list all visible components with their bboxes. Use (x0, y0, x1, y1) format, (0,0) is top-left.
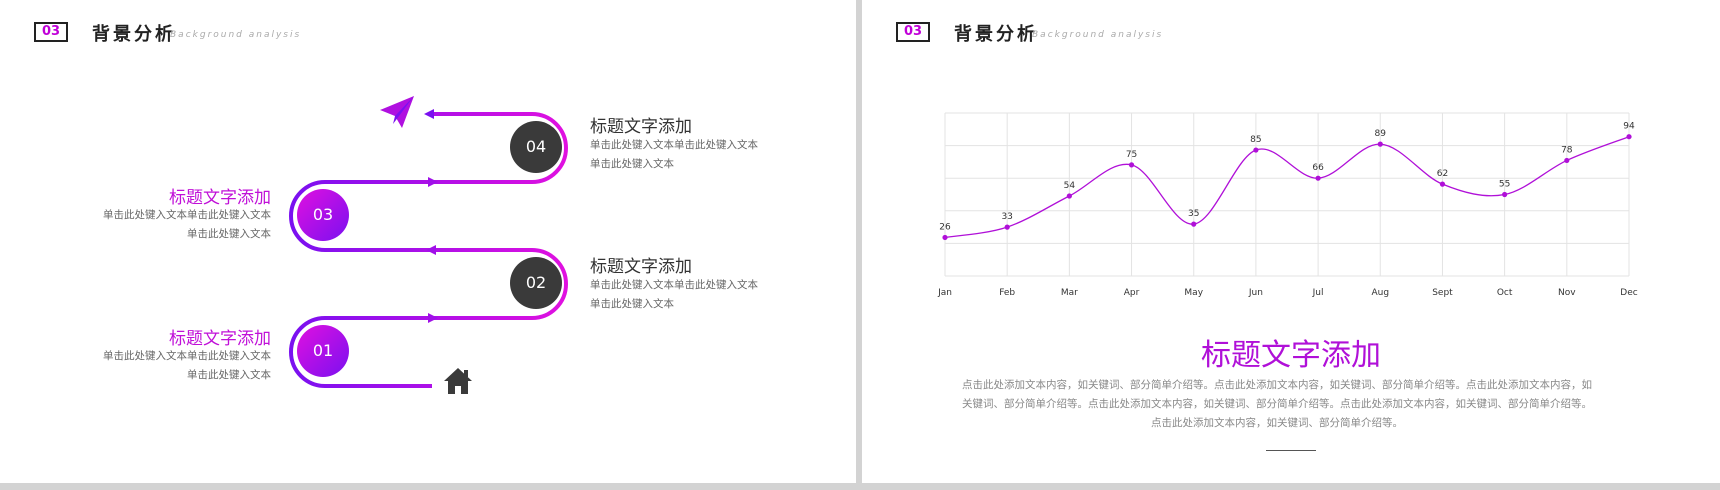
data-label: 62 (1437, 169, 1448, 179)
step-03-desc-line1: 单击此处键入文本单击此处键入文本 (103, 209, 271, 221)
step-04-circle: 04 (510, 121, 562, 173)
data-label: 89 (1375, 129, 1387, 139)
step-03-circle: 03 (297, 189, 349, 241)
step-01-circle: 01 (297, 325, 349, 377)
step-02-desc-line2: 单击此处键入文本 (590, 298, 674, 310)
data-label: 85 (1250, 135, 1261, 145)
x-tick-label: Feb (999, 288, 1015, 298)
data-point (1253, 147, 1259, 153)
step-03-title: 标题文字添加 (169, 188, 271, 208)
step-02-title: 标题文字添加 (590, 257, 692, 277)
right-slide: 03 背景分析 Background analysis 26 Jan 33 Feb 54… (862, 0, 1720, 483)
step-02-desc: 单击此处键入文本单击此处键入文本 单击此处键入文本 (590, 276, 758, 314)
title-underline (1266, 450, 1316, 451)
data-point (1502, 191, 1508, 198)
step-02-desc-line1: 单击此处键入文本单击此处键入文本 (590, 279, 758, 291)
x-tick-label: Oct (1497, 288, 1513, 298)
data-label: 75 (1126, 150, 1137, 160)
x-tick-label: Aug (1371, 288, 1389, 298)
series-line (944, 136, 1630, 239)
x-tick-label: Mar (1061, 288, 1078, 298)
line-chart: 26 Jan 33 Feb 54 Mar 75 Apr 35 May 85 Jun 66 Jul 89 Aug… (937, 112, 1638, 298)
home-icon (444, 368, 472, 394)
data-label: 26 (939, 222, 951, 232)
data-label: 35 (1188, 209, 1199, 219)
data-label: 54 (1064, 181, 1076, 191)
step-01-desc: 单击此处键入文本单击此处键入文本 单击此处键入文本 (103, 347, 271, 385)
x-tick-label: Dec (1620, 288, 1637, 298)
data-point (1564, 157, 1570, 164)
main-title: 标题文字添加 (1201, 338, 1381, 373)
data-point (1377, 141, 1383, 147)
step-03-desc-line2: 单击此处键入文本 (187, 228, 271, 240)
step-01-desc-line2: 单击此处键入文本 (187, 369, 271, 381)
data-point (1626, 134, 1632, 140)
step-02-circle: 02 (510, 257, 562, 309)
x-tick-label: May (1184, 288, 1203, 298)
data-label: 66 (1312, 163, 1324, 173)
body-paragraph: 点击此处添加文本内容，如关键词、部分简单介绍等。点击此处添加文本内容，如关键词、… (962, 379, 1592, 429)
data-label: 33 (1001, 212, 1012, 222)
x-tick-label: Jun (1248, 288, 1263, 298)
x-tick-label: Sept (1432, 288, 1453, 298)
left-slide: 03 背景分析 Background analysis 04 标题文字添加 单击… (0, 0, 856, 483)
step-01-title: 标题文字添加 (169, 329, 271, 349)
step-04-desc-line2: 单击此处键入文本 (590, 158, 674, 170)
paper-plane-icon (380, 96, 414, 128)
x-tick-label: Nov (1558, 288, 1576, 298)
data-point (1004, 224, 1010, 230)
data-point (1066, 193, 1072, 199)
step-04-desc: 单击此处键入文本单击此处键入文本 单击此处键入文本 (590, 136, 758, 174)
step-04-title: 标题文字添加 (590, 117, 692, 137)
step-01-desc-line1: 单击此处键入文本单击此处键入文本 (103, 350, 271, 362)
x-tick-label: Jul (1312, 288, 1324, 298)
data-label: 94 (1623, 122, 1635, 132)
x-tick-label: Apr (1124, 288, 1140, 298)
data-label: 78 (1561, 145, 1573, 155)
step-04-desc-line1: 单击此处键入文本单击此处键入文本 (590, 139, 758, 151)
data-label: 55 (1499, 180, 1510, 190)
data-point (1191, 221, 1197, 227)
x-tick-label: Jan (937, 288, 952, 298)
data-point (1439, 181, 1446, 187)
data-point (1128, 162, 1135, 168)
data-point (1315, 175, 1321, 181)
data-point (942, 234, 948, 241)
step-03-desc: 单击此处键入文本单击此处键入文本 单击此处键入文本 (103, 206, 271, 244)
